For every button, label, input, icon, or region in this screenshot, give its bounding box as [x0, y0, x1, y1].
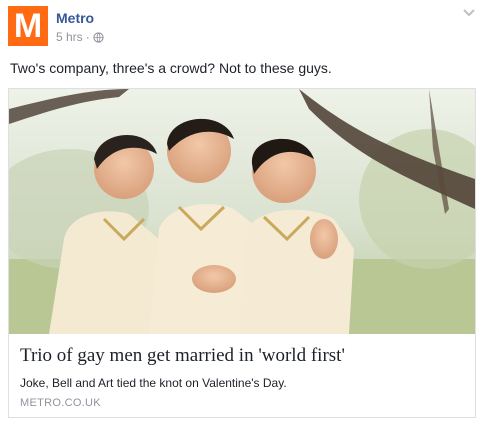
meta-separator: ·: [85, 30, 90, 44]
link-title[interactable]: Trio of gay men get married in 'world fi…: [20, 345, 345, 367]
globe-icon: [93, 31, 104, 43]
link-description: Joke, Bell and Art tied the knot on Vale…: [20, 376, 287, 390]
post-meta: 5 hrs ·: [56, 30, 104, 44]
chevron-down-icon[interactable]: [462, 8, 476, 18]
avatar-logo-letter: M: [13, 7, 43, 45]
post-message: Two's company, three's a crowd? Not to t…: [10, 60, 332, 76]
link-photo[interactable]: [9, 89, 475, 334]
facebook-post: M Metro 5 hrs · Two's company, three's a…: [0, 0, 486, 427]
link-domain: METRO.CO.UK: [20, 397, 101, 409]
post-header: M Metro 5 hrs ·: [8, 6, 478, 50]
link-preview-card[interactable]: Trio of gay men get married in 'world fi…: [8, 88, 476, 418]
post-timestamp[interactable]: 5 hrs: [56, 30, 83, 44]
page-avatar[interactable]: M: [8, 6, 48, 46]
page-name-link[interactable]: Metro: [56, 10, 94, 26]
